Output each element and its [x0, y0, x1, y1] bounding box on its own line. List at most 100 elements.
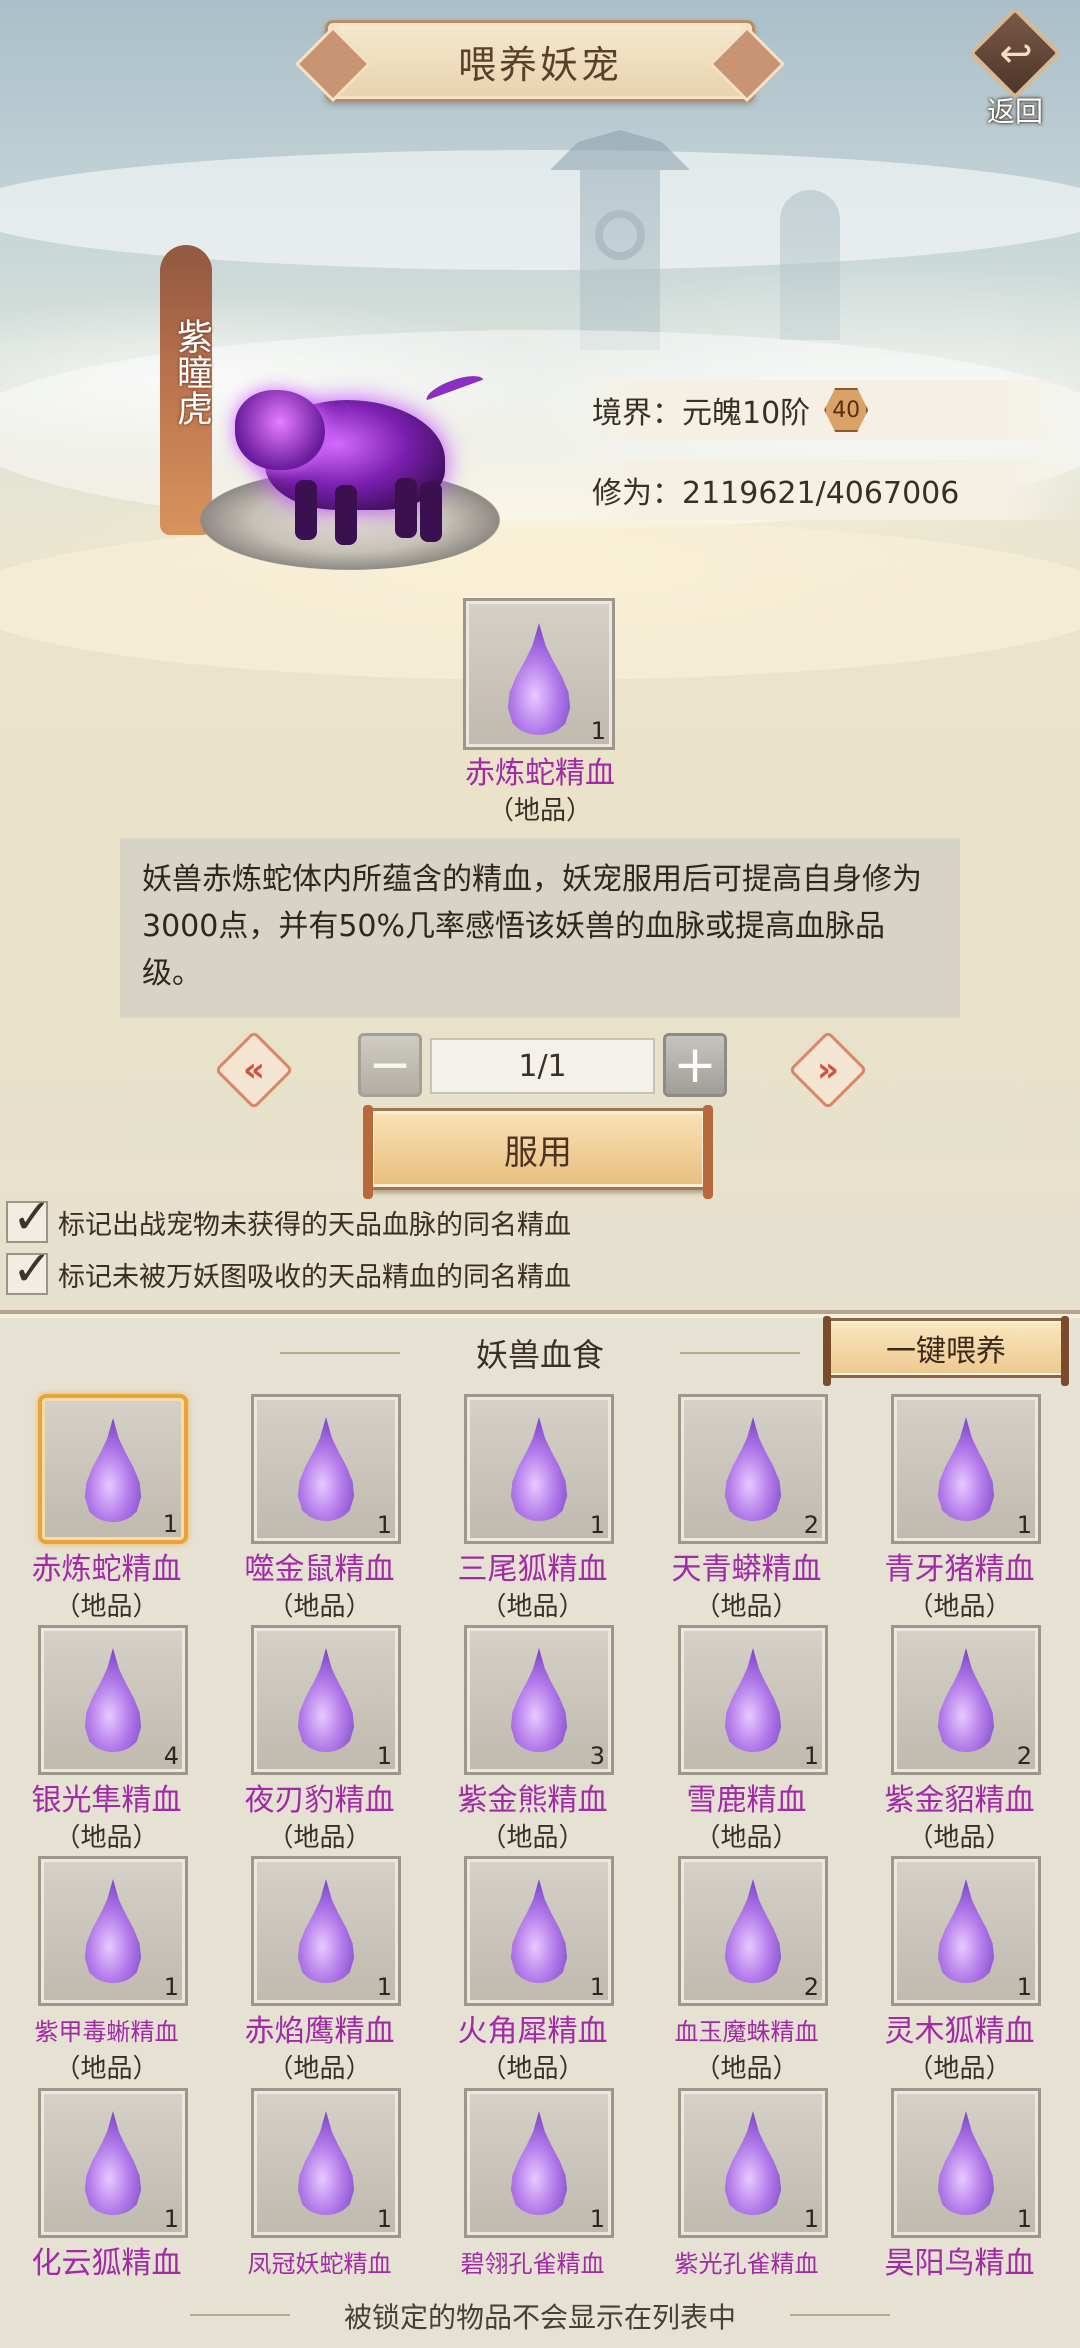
item-slot[interactable]: 2: [678, 1856, 828, 2006]
checkmark-icon[interactable]: [6, 1241, 52, 1297]
item-cell[interactable]: 4 银光隼精血 （地品）: [0, 1625, 213, 1855]
purple-blood-drop-icon: [510, 1417, 568, 1521]
item-slot[interactable]: 1: [464, 1394, 614, 1544]
item-slot[interactable]: 1: [678, 2088, 828, 2238]
item-slot[interactable]: 1: [38, 1856, 188, 2006]
panel-title: 妖兽血食: [280, 1320, 800, 1386]
item-cell[interactable]: 1 赤焰鹰精血 （地品）: [213, 1856, 426, 2086]
item-grade: （地品）: [694, 1592, 799, 1622]
item-name: 紫甲毒蜥精血: [34, 2018, 179, 2046]
item-name: 灵木狐精血: [884, 2014, 1035, 2049]
item-slot[interactable]: 1: [464, 2088, 614, 2238]
item-grade: （地品）: [480, 2054, 585, 2084]
back-button-label: 返回: [986, 95, 1043, 128]
item-count: 1: [1016, 1973, 1032, 2001]
item-count: 1: [162, 1510, 178, 1538]
item-cell[interactable]: 2 天青蟒精血 （地品）: [640, 1394, 853, 1624]
item-count: 1: [376, 1511, 392, 1539]
footer-note: 被锁定的物品不会显示在列表中: [0, 2296, 1080, 2336]
selected-item-slot[interactable]: 1: [463, 598, 615, 750]
item-slot[interactable]: 3: [464, 1625, 614, 1775]
item-slot[interactable]: 4: [38, 1625, 188, 1775]
item-cell[interactable]: 1 雪鹿精血 （地品）: [640, 1625, 853, 1855]
item-cell[interactable]: 1 紫甲毒蜥精血 （地品）: [0, 1856, 213, 2086]
item-count: 1: [589, 1511, 605, 1539]
item-grade: （地品）: [267, 2054, 372, 2084]
purple-blood-drop-icon: [297, 1879, 355, 1983]
item-cell[interactable]: 1 赤炼蛇精血 （地品）: [0, 1394, 213, 1624]
purple-blood-drop-icon: [724, 1879, 782, 1983]
item-count: 1: [163, 1973, 179, 2001]
item-slot[interactable]: 1: [251, 1625, 401, 1775]
page-title: 喂养妖宠: [457, 42, 622, 87]
moon-tower-backdrop: [780, 190, 840, 340]
item-cell[interactable]: 1 噬金鼠精血 （地品）: [213, 1394, 426, 1624]
pet-cultivation-row: 修为：2119621/4067006: [580, 460, 1080, 520]
item-name: 雪鹿精血: [686, 1783, 807, 1818]
item-cell[interactable]: 1 碧翎孔雀精血: [426, 2088, 639, 2318]
pet-realm: 境界：元魄10阶: [592, 396, 811, 431]
item-cell[interactable]: 1 三尾狐精血 （地品）: [426, 1394, 639, 1624]
item-slot[interactable]: 1: [38, 2088, 188, 2238]
purple-blood-drop-icon: [84, 1879, 142, 1983]
item-slot[interactable]: 1: [464, 1856, 614, 2006]
purple-blood-drop-icon: [84, 2111, 142, 2215]
item-count: 1: [589, 2205, 605, 2233]
purple-blood-drop-icon: [724, 1648, 782, 1752]
item-name: 青牙猪精血: [884, 1552, 1035, 1587]
item-slot[interactable]: 1: [678, 1625, 828, 1775]
selected-item-description: 妖兽赤炼蛇体内所蕴含的精血，妖宠服用后可提高自身修为3000点，并有50%几率感…: [120, 838, 960, 1018]
use-button[interactable]: 服用: [363, 1105, 713, 1199]
item-cell[interactable]: 3 紫金熊精血 （地品）: [426, 1625, 639, 1855]
item-cell[interactable]: 1 凤冠妖蛇精血: [213, 2088, 426, 2318]
item-slot[interactable]: 1: [891, 2088, 1041, 2238]
item-cell[interactable]: 1 紫光孔雀精血: [640, 2088, 853, 2318]
item-slot[interactable]: 2: [678, 1394, 828, 1544]
item-count: 1: [1016, 1511, 1032, 1539]
item-count: 1: [589, 1973, 605, 2001]
item-grade: （地品）: [480, 1823, 585, 1853]
quantity-field[interactable]: 1/1: [430, 1038, 655, 1094]
item-grade: （地品）: [54, 1592, 159, 1622]
pet-tiger-model: [225, 360, 487, 545]
item-name: 赤炼蛇精血: [31, 1552, 182, 1587]
checkbox-row[interactable]: 标记出战宠物未获得的天品血脉的同名精血: [6, 1189, 571, 1248]
selected-item-grade: （地品）: [487, 796, 592, 826]
item-slot[interactable]: 1: [251, 2088, 401, 2238]
item-count: 2: [803, 1511, 819, 1539]
item-cell[interactable]: 1 夜刃豹精血 （地品）: [213, 1625, 426, 1855]
checkbox-row[interactable]: 标记未被万妖图吸收的天品精血的同名精血: [6, 1241, 571, 1300]
item-cell[interactable]: 1 火角犀精血 （地品）: [426, 1856, 639, 2086]
item-slot[interactable]: 1: [251, 1394, 401, 1544]
item-grade: （地品）: [54, 1823, 159, 1853]
item-cell[interactable]: 1 灵木狐精血 （地品）: [853, 1856, 1066, 2086]
purple-blood-drop-icon: [937, 1648, 995, 1752]
quantity-minus-button[interactable]: −: [358, 1033, 422, 1097]
item-grade: （地品）: [267, 1592, 372, 1622]
item-count: 1: [376, 1973, 392, 2001]
item-cell[interactable]: 1 青牙猪精血 （地品）: [853, 1394, 1066, 1624]
item-count: 3: [589, 1742, 605, 1770]
item-grade: （地品）: [694, 2054, 799, 2084]
purple-blood-drop-icon: [937, 1879, 995, 1983]
item-slot[interactable]: 1: [891, 1856, 1041, 2006]
item-cell[interactable]: 1 昊阳鸟精血: [853, 2088, 1066, 2318]
purple-blood-drop-icon: [297, 1417, 355, 1521]
quantity-plus-button[interactable]: +: [663, 1033, 727, 1097]
item-cell[interactable]: 2 血玉魔蛛精血 （地品）: [640, 1856, 853, 2086]
item-slot[interactable]: 1: [891, 1394, 1041, 1544]
item-count: 1: [803, 1742, 819, 1770]
purple-blood-drop-icon: [84, 1418, 142, 1522]
item-cell[interactable]: 2 紫金貂精血 （地品）: [853, 1625, 1066, 1855]
checkmark-icon[interactable]: [6, 1189, 52, 1245]
checkbox-label: 标记未被万妖图吸收的天品精血的同名精血: [58, 1261, 571, 1293]
item-grade: （地品）: [694, 1823, 799, 1853]
feed-all-button[interactable]: 一键喂养: [823, 1316, 1069, 1386]
item-count: 1: [1016, 2205, 1032, 2233]
item-count: 4: [163, 1742, 179, 1770]
back-button[interactable]: ↩ 返回: [960, 6, 1070, 128]
item-slot[interactable]: 2: [891, 1625, 1041, 1775]
item-cell[interactable]: 1 化云狐精血: [0, 2088, 213, 2318]
item-slot[interactable]: 1: [251, 1856, 401, 2006]
item-slot[interactable]: 1: [38, 1394, 188, 1544]
